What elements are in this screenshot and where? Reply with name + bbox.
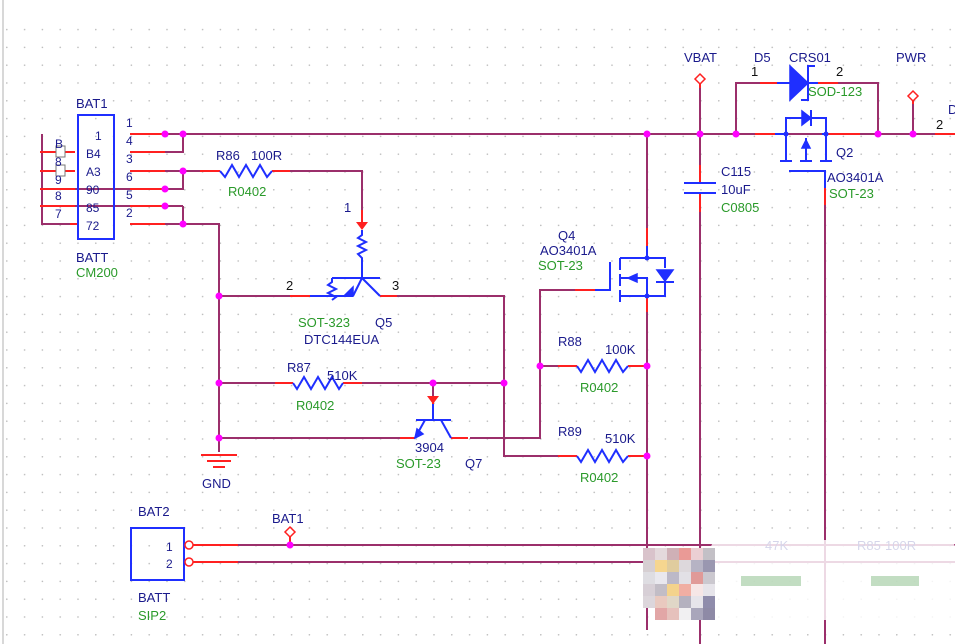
bat1-right-pin: 3 [126,152,133,166]
q4-ref: Q4 [558,228,575,243]
bat1-inner-pin: A3 [86,165,101,179]
bat1-footprint: CM200 [76,265,118,280]
bat1-ref: BAT1 [76,96,108,111]
offscreen-ref-fragment: D [948,102,955,117]
junction-dot [215,379,223,387]
r88-value: 100K [605,342,636,357]
junction-dot [909,130,917,138]
r88-ref: R88 [558,334,582,349]
r89-ref: R89 [558,424,582,439]
r87-value: 510K [327,368,358,383]
q2-footprint: SOT-23 [829,186,874,201]
r89-footprint: R0402 [580,470,618,485]
junction-dot [161,202,169,210]
q7-ref: Q7 [465,456,482,471]
d5-value: CRS01 [789,50,831,65]
r86-footprint: R0402 [228,184,266,199]
bat1-inner-pin: 72 [86,219,100,233]
q2-dot [823,131,829,137]
q4-dot [644,255,650,261]
q2-dot [783,131,789,137]
vbat-label: VBAT [684,50,717,65]
d5-ref: D5 [754,50,771,65]
bat1-left-pin: 9 [55,173,62,187]
bat2-pin-port [184,540,194,550]
junction-dot [179,167,187,175]
q7-footprint: SOT-23 [396,456,441,471]
junction-dot [500,379,508,387]
junction-dot [696,130,704,138]
junction-dot [161,130,169,138]
d5-footprint: SOD-123 [808,84,862,99]
junction-dot [429,379,437,387]
junction-dot [161,185,169,193]
r86-ref: R86 [216,148,240,163]
bat2-pin-port [184,557,194,567]
bat1-right-pin: 4 [126,134,133,148]
q7-value: 3904 [415,440,444,455]
q2-value: AO3401A [827,170,884,185]
bat1-left-pin: B [55,137,63,151]
bat1-left-pin: 7 [55,207,62,221]
bat1-inner-pin: 1 [95,129,102,143]
bat1-right-pin: 2 [126,206,133,220]
gnd-label: GND [202,476,231,491]
bat2-ref: BAT2 [138,504,170,519]
bat1-left-pin: 8 [55,189,62,203]
c115-value: 10uF [721,182,751,197]
q5-pin-3: 3 [392,278,399,293]
bat2-pin-2: 2 [166,557,173,571]
pwr-label: PWR [896,50,926,65]
r89-value: 510K [605,431,636,446]
bat1-right-pin: 1 [126,116,133,130]
q5-ref: Q5 [375,315,392,330]
r87-footprint: R0402 [296,398,334,413]
q5-pin-2: 2 [286,278,293,293]
c115-ref: C115 [721,164,751,179]
q5-value: DTC144EUA [304,332,379,347]
bat2-value: BATT [138,590,170,605]
d5-pin-2: 2 [836,64,843,79]
c115-footprint: C0805 [721,200,759,215]
junction-dot [286,541,294,549]
junction-dot [215,434,223,442]
bat1-right-pin: 5 [126,188,133,202]
junction-dot [643,452,651,460]
watermark-overlay [633,528,955,628]
q4-dot [644,293,650,299]
q4-footprint: SOT-23 [538,258,583,273]
bat1-inner-pin: 90 [86,183,100,197]
r87-ref: R87 [287,360,311,375]
junction-dot [643,130,651,138]
junction-dot [179,130,187,138]
junction-dot [536,362,544,370]
q4-value: AO3401A [540,243,597,258]
bat1-inner-pin: B4 [86,147,101,161]
junction-dot [215,292,223,300]
d5-pin-1: 1 [751,64,758,79]
r88-footprint: R0402 [580,380,618,395]
bat1-net-label: BAT1 [272,511,304,526]
junction-dot [643,362,651,370]
bat1-value: BATT [76,250,108,265]
q5-pin-1: 1 [344,200,351,215]
r86-value: 100R [251,148,282,163]
bat1-right-pin: 6 [126,170,133,184]
bat1-inner-pin: 85 [86,201,100,215]
offscreen-pin-number: 2 [936,117,943,132]
q5-footprint: SOT-323 [298,315,350,330]
junction-dot [874,130,882,138]
junction-dot [732,130,740,138]
junction-dot [179,220,187,228]
bat1-left-pin: 8 [55,155,62,169]
q2-ref: Q2 [836,145,853,160]
bat2-footprint: SIP2 [138,608,166,623]
bat2-pin-1: 1 [166,540,173,554]
